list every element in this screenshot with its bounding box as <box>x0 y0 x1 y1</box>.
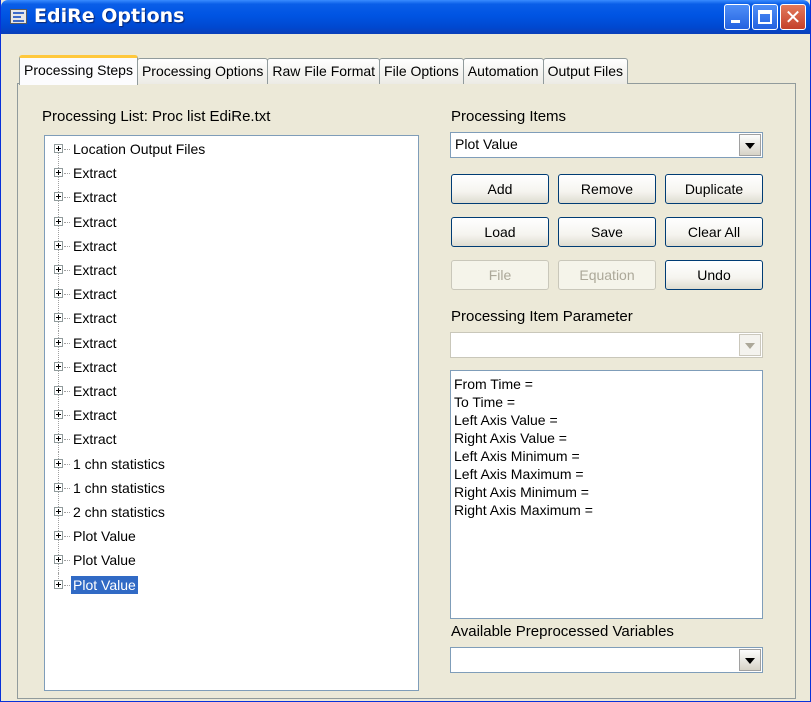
parameter-line: To Time = <box>454 394 516 410</box>
tree-item-label: Extract <box>73 334 117 351</box>
expand-plus-icon[interactable] <box>54 337 63 347</box>
tab-strip: Processing Steps Processing Options Raw … <box>19 55 629 85</box>
tree-item-label: Location Output Files <box>73 141 206 157</box>
tree-item-label: Extract <box>73 286 117 303</box>
tree-item-label: Plot Value <box>70 574 139 595</box>
tab-processing-steps[interactable]: Processing Steps <box>19 55 138 85</box>
close-icon: ✕ <box>784 5 802 29</box>
equation-button[interactable]: Equation <box>558 260 656 290</box>
expand-plus-icon[interactable] <box>54 458 63 468</box>
chevron-down-icon[interactable] <box>739 134 761 156</box>
chevron-down-icon[interactable] <box>739 649 761 671</box>
expand-plus-icon[interactable] <box>54 216 63 226</box>
window-title: EdiRe Options <box>34 5 185 27</box>
edire-options-window: EdiRe Options ✕ Processing Steps Process… <box>0 0 811 702</box>
tree-item-label: 2 chn statistics <box>73 504 165 520</box>
tree-item-label: Plot Value <box>73 552 136 569</box>
parameter-line: Left Axis Value = <box>454 412 558 428</box>
expand-plus-icon[interactable] <box>54 410 63 420</box>
file-button[interactable]: File <box>451 260 549 290</box>
tab-processing-options[interactable]: Processing Options <box>136 58 269 84</box>
tree-item-label: Extract <box>73 310 117 327</box>
tree-item-label: Extract <box>73 407 117 424</box>
expand-plus-icon[interactable] <box>54 507 63 516</box>
parameter-line: From Time = <box>454 376 533 392</box>
expand-plus-icon[interactable] <box>54 289 63 299</box>
tab-file-options[interactable]: File Options <box>379 58 464 84</box>
expand-plus-icon[interactable] <box>54 144 63 153</box>
processing-list-label: Processing List: Proc list EdiRe.txt <box>42 108 271 125</box>
available-preprocessed-variables-label: Available Preprocessed Variables <box>451 623 674 640</box>
tab-output-files[interactable]: Output Files <box>542 58 629 84</box>
tree-item-label: Extract <box>73 237 117 254</box>
maximize-button[interactable] <box>752 4 778 30</box>
processing-items-label: Processing Items <box>451 108 567 125</box>
parameter-text-area[interactable]: From Time = To Time = Left Axis Value = … <box>450 370 763 619</box>
tab-automation[interactable]: Automation <box>462 58 544 84</box>
tree-item-label: 1 chn statistics <box>73 479 165 496</box>
expand-plus-icon[interactable] <box>54 579 63 589</box>
minimize-icon <box>731 20 740 23</box>
app-icon[interactable] <box>10 9 27 24</box>
parameter-line: Left Axis Minimum = <box>454 448 580 464</box>
expand-plus-icon[interactable] <box>54 168 63 178</box>
parameter-line: Right Axis Maximum = <box>454 502 593 518</box>
minimize-button[interactable] <box>724 4 750 30</box>
processing-items-value: Plot Value <box>455 136 518 152</box>
maximize-icon <box>758 10 772 24</box>
expand-plus-icon[interactable] <box>54 240 63 250</box>
title-bar[interactable]: EdiRe Options ✕ <box>1 0 810 34</box>
load-button[interactable]: Load <box>451 217 549 247</box>
remove-button[interactable]: Remove <box>558 174 656 204</box>
parameter-line: Right Axis Value = <box>454 430 567 446</box>
expand-plus-icon[interactable] <box>54 531 63 541</box>
processing-list-tree[interactable]: Location Output Files Extract Extract Extra… <box>44 135 419 691</box>
clear-all-button[interactable]: Clear All <box>665 217 763 247</box>
duplicate-button[interactable]: Duplicate <box>665 174 763 204</box>
tree-item-label: Extract <box>73 213 117 230</box>
expand-plus-icon[interactable] <box>54 192 63 202</box>
close-button[interactable]: ✕ <box>780 4 806 30</box>
processing-items-dropdown[interactable]: Plot Value <box>450 132 763 158</box>
tree-item-label: Extract <box>73 189 117 206</box>
expand-plus-icon[interactable] <box>54 434 63 444</box>
processing-item-parameter-dropdown[interactable] <box>450 332 763 358</box>
processing-item-parameter-label: Processing Item Parameter <box>451 308 633 325</box>
tree-item-label: Extract <box>73 383 117 399</box>
tab-raw-file-format[interactable]: Raw File Format <box>267 58 381 84</box>
undo-button[interactable]: Undo <box>665 260 763 290</box>
tree-item-label: Extract <box>73 431 117 448</box>
tree-item-label: Extract <box>73 358 117 375</box>
expand-plus-icon[interactable] <box>54 386 63 395</box>
parameter-line: Left Axis Maximum = <box>454 466 584 482</box>
tree-item-label: 1 chn statistics <box>73 455 165 472</box>
preprocessed-variables-dropdown[interactable] <box>450 647 763 673</box>
save-button[interactable]: Save <box>558 217 656 247</box>
expand-plus-icon[interactable] <box>54 482 63 492</box>
tree-item-label: Extract <box>73 262 117 278</box>
tree-item-label: Extract <box>73 165 117 182</box>
chevron-down-icon[interactable] <box>739 334 761 356</box>
parameter-line: Right Axis Minimum = <box>454 484 589 500</box>
expand-plus-icon[interactable] <box>54 361 63 371</box>
add-button[interactable]: Add <box>451 174 549 204</box>
tree-item-label: Plot Value <box>73 528 136 545</box>
expand-plus-icon[interactable] <box>54 555 63 565</box>
expand-plus-icon[interactable] <box>54 265 63 274</box>
expand-plus-icon[interactable] <box>54 313 63 323</box>
